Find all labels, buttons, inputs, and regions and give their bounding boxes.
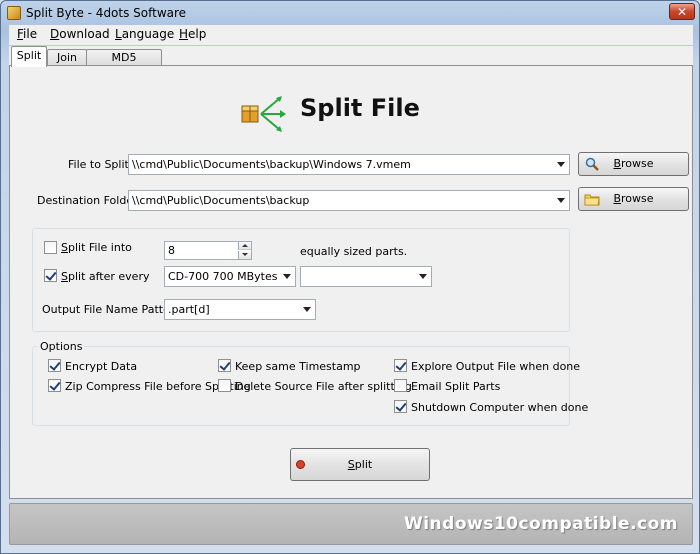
app-icon xyxy=(7,6,21,20)
watermark: Windows10compatible.com xyxy=(403,514,678,534)
chevron-down-icon xyxy=(419,274,427,279)
shutdown-label: Shutdown Computer when done xyxy=(411,401,589,414)
parts-count-value: 8 xyxy=(168,244,175,257)
tab-md5-checksum[interactable]: MD5 Checksum xyxy=(86,49,162,80)
email-parts-checkbox[interactable] xyxy=(394,379,407,392)
zip-compress-checkbox[interactable] xyxy=(48,379,61,392)
split-size-value: CD-700 700 MBytes xyxy=(168,270,278,283)
split-into-label: Split File into xyxy=(61,241,132,254)
destination-folder-combo[interactable]: \\cmd\Public\Documents\backup xyxy=(128,190,570,211)
encrypt-data-label: Encrypt Data xyxy=(65,360,138,373)
split-unit-combo[interactable] xyxy=(300,266,432,287)
split-size-combo[interactable]: CD-700 700 MBytes xyxy=(164,266,296,287)
title-bar[interactable]: Split Byte - 4dots Software ✕ xyxy=(1,1,699,25)
parts-count-spinner[interactable]: 8 xyxy=(164,241,252,260)
split-into-checkbox[interactable] xyxy=(44,241,57,254)
tab-join[interactable]: Join xyxy=(47,49,87,66)
close-button[interactable]: ✕ xyxy=(669,3,695,20)
split-file-icon xyxy=(241,96,286,132)
spin-up-icon[interactable] xyxy=(238,242,251,250)
menu-language[interactable]: Language xyxy=(115,27,174,41)
delete-source-checkbox[interactable] xyxy=(218,379,231,392)
explore-output-checkbox[interactable] xyxy=(394,359,407,372)
chevron-down-icon xyxy=(303,307,311,312)
email-parts-label: Email Split Parts xyxy=(411,380,501,393)
chevron-down-icon xyxy=(557,162,565,167)
delete-source-label: Delete Source File after splitting xyxy=(235,380,412,393)
menu-help[interactable]: Help xyxy=(179,27,206,41)
keep-timestamp-label: Keep same Timestamp xyxy=(235,360,361,373)
destination-folder-value: \\cmd\Public\Documents\backup xyxy=(132,194,310,207)
output-pattern-combo[interactable]: .part[d] xyxy=(164,299,316,320)
file-to-split-value: \\cmd\Public\Documents\backup\Windows 7.… xyxy=(132,158,411,171)
tab-strip: Split Join MD5 Checksum xyxy=(9,46,693,80)
app-window: Split Byte - 4dots Software ✕ File Downl… xyxy=(0,0,700,554)
split-after-label: Split after every xyxy=(61,270,150,283)
chevron-down-icon xyxy=(283,274,291,279)
window-title: Split Byte - 4dots Software xyxy=(26,6,187,20)
shutdown-checkbox[interactable] xyxy=(394,400,407,413)
split-button[interactable]: Split xyxy=(290,448,430,481)
options-group-title: Options xyxy=(38,340,85,353)
equally-sized-label: equally sized parts. xyxy=(300,245,408,258)
chevron-down-icon xyxy=(557,198,565,203)
browse-folder-button[interactable]: Browse xyxy=(578,187,689,211)
magnifier-icon xyxy=(585,157,599,171)
explore-output-label: Explore Output File when done xyxy=(411,360,581,373)
menu-bar: File Download Language Help xyxy=(9,25,693,45)
page-title: Split File xyxy=(300,94,420,122)
tab-split[interactable]: Split xyxy=(11,46,47,67)
encrypt-data-checkbox[interactable] xyxy=(48,359,61,372)
folder-icon xyxy=(584,194,600,206)
output-pattern-value: .part[d] xyxy=(168,303,210,316)
file-to-split-label: File to Split : xyxy=(68,158,137,171)
menu-download[interactable]: Download xyxy=(50,27,110,41)
split-after-checkbox[interactable] xyxy=(44,269,57,282)
spin-down-icon[interactable] xyxy=(238,251,251,259)
menu-file[interactable]: File xyxy=(17,27,37,41)
status-bar: Windows10compatible.com xyxy=(9,503,693,545)
keep-timestamp-checkbox[interactable] xyxy=(218,359,231,372)
split-dot-icon xyxy=(296,460,305,469)
file-to-split-combo[interactable]: \\cmd\Public\Documents\backup\Windows 7.… xyxy=(128,154,570,175)
split-panel: Split File File to Split : \\cmd\Public\… xyxy=(9,65,693,499)
browse-file-button[interactable]: Browse xyxy=(578,152,689,176)
